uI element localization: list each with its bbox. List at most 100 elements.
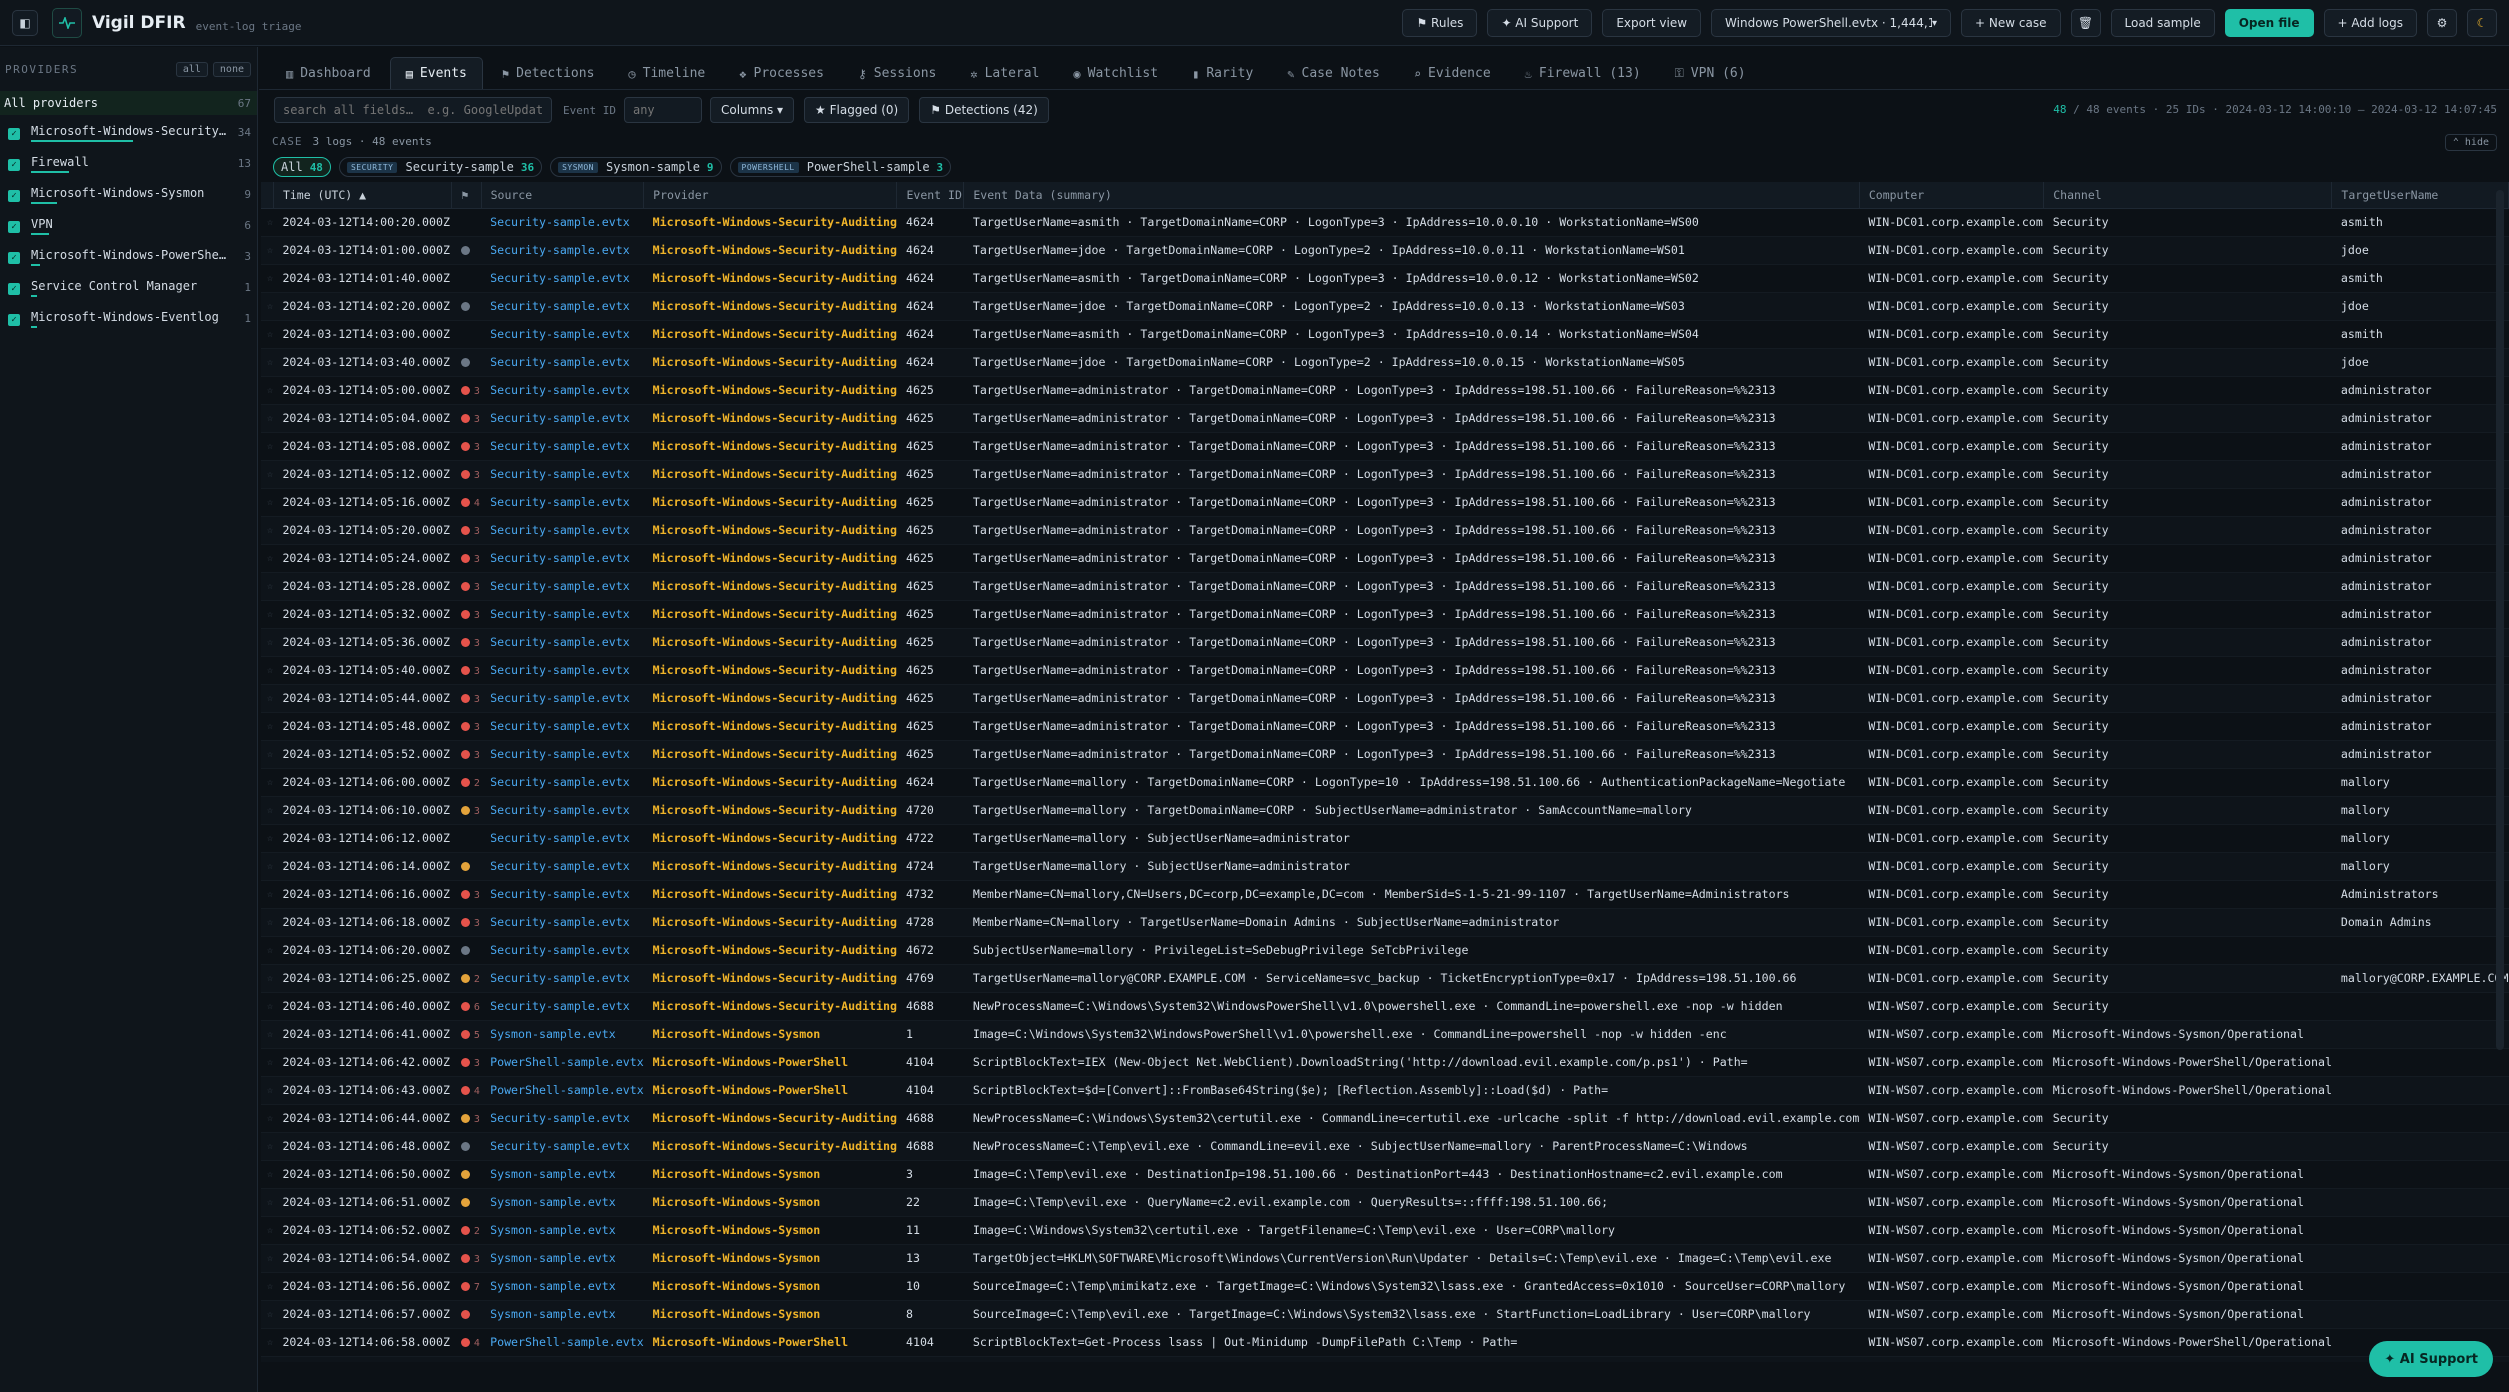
column-header[interactable]: Time (UTC) ▲ — [273, 182, 453, 209]
provider-item[interactable]: ✓ Firewall 13 — [0, 151, 257, 182]
table-row[interactable]: ☆ 2024-03-12T14:05:44.000Z 3 Security-sampl… — [261, 684, 2509, 713]
table-row[interactable]: ☆ 2024-03-12T14:06:57.000Z Sysmon-sample.e… — [261, 1300, 2509, 1329]
table-row[interactable]: ☆ 2024-03-12T14:06:40.000Z 6 Security-sampl… — [261, 992, 2509, 1021]
export-view-button[interactable]: Export view — [1602, 9, 1702, 37]
star-icon[interactable]: ☆ — [261, 740, 274, 769]
table-row[interactable]: ☆ 2024-03-12T14:06:51.000Z Sysmon-sample.e… — [261, 1188, 2509, 1217]
table-row[interactable]: ☆ 2024-03-12T14:06:41.000Z 5 Sysmon-sample.… — [261, 1020, 2509, 1049]
star-icon[interactable]: ☆ — [261, 404, 274, 433]
star-icon[interactable]: ☆ — [261, 852, 274, 881]
star-icon[interactable]: ☆ — [261, 992, 274, 1021]
star-icon[interactable]: ☆ — [261, 1020, 274, 1049]
tab-vpn[interactable]: ⚿ VPN (6) — [1660, 58, 1761, 89]
cell-prov[interactable]: Microsoft-Windows-Security-Auditing — [643, 600, 897, 629]
source-chip[interactable]: All 48 — [273, 157, 331, 177]
star-icon[interactable]: ☆ — [261, 1328, 274, 1357]
table-row[interactable]: ☆ 2024-03-12T14:06:25.000Z 2 Security-sampl… — [261, 964, 2509, 993]
table-row[interactable]: ☆ 2024-03-12T14:05:20.000Z 3 Security-sampl… — [261, 516, 2509, 545]
star-icon[interactable]: ☆ — [261, 796, 274, 825]
star-icon[interactable]: ☆ — [261, 432, 274, 461]
checkbox-icon[interactable]: ✓ — [8, 283, 20, 295]
star-icon[interactable]: ☆ — [261, 936, 274, 965]
cell-prov[interactable]: Microsoft-Windows-Sysmon — [643, 1300, 897, 1329]
star-icon[interactable]: ☆ — [261, 376, 274, 405]
provider-item[interactable]: ✓ VPN 6 — [0, 213, 257, 244]
cell-prov[interactable]: Microsoft-Windows-PowerShell — [643, 1328, 897, 1357]
star-icon[interactable]: ☆ — [261, 880, 274, 909]
column-header[interactable]: Channel — [2043, 182, 2333, 209]
star-icon[interactable]: ☆ — [261, 1188, 274, 1217]
select-none-button[interactable]: none — [212, 61, 251, 77]
column-header[interactable] — [261, 182, 274, 209]
source-chip[interactable]: SYSMON Sysmon-sample 9 — [550, 157, 722, 177]
table-row[interactable]: ☆ 2024-03-12T14:05:16.000Z 4 Security-sampl… — [261, 488, 2509, 517]
table-row[interactable]: ☆2024-03-12T14:07:00.000Z4Security-sampl… — [261, 1356, 2509, 1362]
star-icon[interactable]: ☆ — [261, 488, 274, 517]
cell-prov[interactable]: Microsoft-Windows-Security-Auditing — [643, 796, 897, 825]
star-icon[interactable]: ☆ — [261, 1132, 274, 1161]
cell-prov[interactable]: Microsoft-Windows-Security-Auditing — [643, 516, 897, 545]
cell-prov[interactable]: Microsoft-Windows-Security-Auditing — [643, 348, 897, 377]
star-icon[interactable]: ☆ — [261, 1244, 274, 1273]
tab-dashboard[interactable]: ▥ Dashboard — [271, 58, 386, 89]
star-icon[interactable]: ☆ — [261, 264, 274, 293]
table-row[interactable]: ☆ 2024-03-12T14:06:42.000Z 3 PowerShell-sam… — [261, 1048, 2509, 1077]
table-row[interactable]: ☆ 2024-03-12T14:06:14.000Z Security-sample… — [261, 852, 2509, 881]
star-icon[interactable]: ☆ — [261, 1076, 274, 1105]
table-row[interactable]: ☆ 2024-03-12T14:06:54.000Z 3 Sysmon-sample.… — [261, 1244, 2509, 1273]
cell-prov[interactable]: Microsoft-Windows-Sysmon — [643, 1020, 897, 1049]
cell-prov[interactable]: Microsoft-Windows-Security-Auditing — [643, 740, 897, 769]
cell-prov[interactable]: Microsoft-Windows-Security-Auditing — [643, 964, 897, 993]
table-row[interactable]: ☆ 2024-03-12T14:06:18.000Z 3 Security-sampl… — [261, 908, 2509, 937]
column-header[interactable]: Source — [481, 182, 645, 209]
cell-prov[interactable]: Microsoft-Windows-Security-Auditing — [643, 768, 897, 797]
open-file-button[interactable]: Open file — [2224, 9, 2314, 37]
checkbox-icon[interactable]: ✓ — [8, 314, 20, 326]
cell-prov[interactable]: Microsoft-Windows-Security-Auditing — [643, 404, 897, 433]
cell-prov[interactable]: Microsoft-Windows-Security-Auditing — [643, 320, 897, 349]
table-row[interactable]: ☆ 2024-03-12T14:02:20.000Z Security-sample… — [261, 292, 2509, 321]
gear-icon[interactable]: ⚙ — [2427, 9, 2457, 37]
star-icon[interactable]: ☆ — [261, 544, 274, 573]
table-row[interactable]: ☆ 2024-03-12T14:06:16.000Z 3 Security-sampl… — [261, 880, 2509, 909]
star-icon[interactable]: ☆ — [261, 656, 274, 685]
star-icon[interactable]: ☆ — [261, 964, 274, 993]
all-providers-item[interactable]: All providers 67 — [0, 91, 257, 115]
column-header[interactable]: ⚑ — [451, 182, 482, 209]
cell-prov[interactable]: Microsoft-Windows-Security-Auditing — [643, 936, 897, 965]
cell-prov[interactable]: Microsoft-Windows-Security-Auditing — [643, 236, 897, 265]
star-icon[interactable]: ☆ — [261, 712, 274, 741]
table-row[interactable]: ☆ 2024-03-12T14:06:10.000Z 3 Security-sampl… — [261, 796, 2509, 825]
trash-icon[interactable]: 🗑 — [2070, 9, 2101, 37]
star-icon[interactable]: ☆ — [261, 824, 274, 853]
tab-detections[interactable]: ⚑ Detections — [487, 58, 610, 89]
tab-watchlist[interactable]: ◉ Watchlist — [1058, 58, 1173, 89]
star-icon[interactable]: ☆ — [261, 1272, 274, 1301]
cell-prov[interactable]: Microsoft-Windows-Security-Auditing — [643, 432, 897, 461]
hide-case-button[interactable]: ⌃ hide — [2444, 134, 2497, 151]
cell-prov[interactable]: Microsoft-Windows-Sysmon — [643, 1216, 897, 1245]
star-icon[interactable]: ☆ — [261, 348, 274, 377]
search-input[interactable] — [274, 97, 552, 123]
cell-prov[interactable]: Microsoft-Windows-Security-Auditing — [643, 264, 897, 293]
table-row[interactable]: ☆ 2024-03-12T14:06:12.000Z Security-sample… — [261, 824, 2509, 853]
star-icon[interactable]: ☆ — [261, 628, 274, 657]
star-icon[interactable]: ☆ — [261, 1300, 274, 1329]
cell-prov[interactable]: Microsoft-Windows-Security-Auditing — [643, 572, 897, 601]
cell-prov[interactable]: Microsoft-Windows-Security-Auditing — [643, 1104, 897, 1133]
column-header[interactable]: Event Data (summary) — [963, 182, 1860, 209]
table-row[interactable]: ☆ 2024-03-12T14:05:24.000Z 3 Security-sampl… — [261, 544, 2509, 573]
cell-prov[interactable]: Microsoft-Windows-Security-Auditing — [643, 544, 897, 573]
cell-prov[interactable]: Microsoft-Windows-Security-Auditing — [643, 712, 897, 741]
table-row[interactable]: ☆ 2024-03-12T14:06:20.000Z Security-sample… — [261, 936, 2509, 965]
star-icon[interactable]: ☆ — [261, 1160, 274, 1189]
table-row[interactable]: ☆ 2024-03-12T14:06:50.000Z Sysmon-sample.e… — [261, 1160, 2509, 1189]
star-icon[interactable]: ☆ — [261, 1216, 274, 1245]
tab-lateral[interactable]: ✲ Lateral — [955, 58, 1054, 89]
tab-processes[interactable]: ❖ Processes — [724, 58, 839, 89]
checkbox-icon[interactable]: ✓ — [8, 128, 20, 140]
tab-events[interactable]: ▤ Events — [389, 57, 483, 89]
table-row[interactable]: ☆ 2024-03-12T14:06:56.000Z 7 Sysmon-sample.… — [261, 1272, 2509, 1301]
detections-button[interactable]: ⚑ Detections (42) — [919, 97, 1049, 123]
provider-item[interactable]: ✓ Microsoft-Windows-PowerShell 3 — [0, 244, 257, 275]
